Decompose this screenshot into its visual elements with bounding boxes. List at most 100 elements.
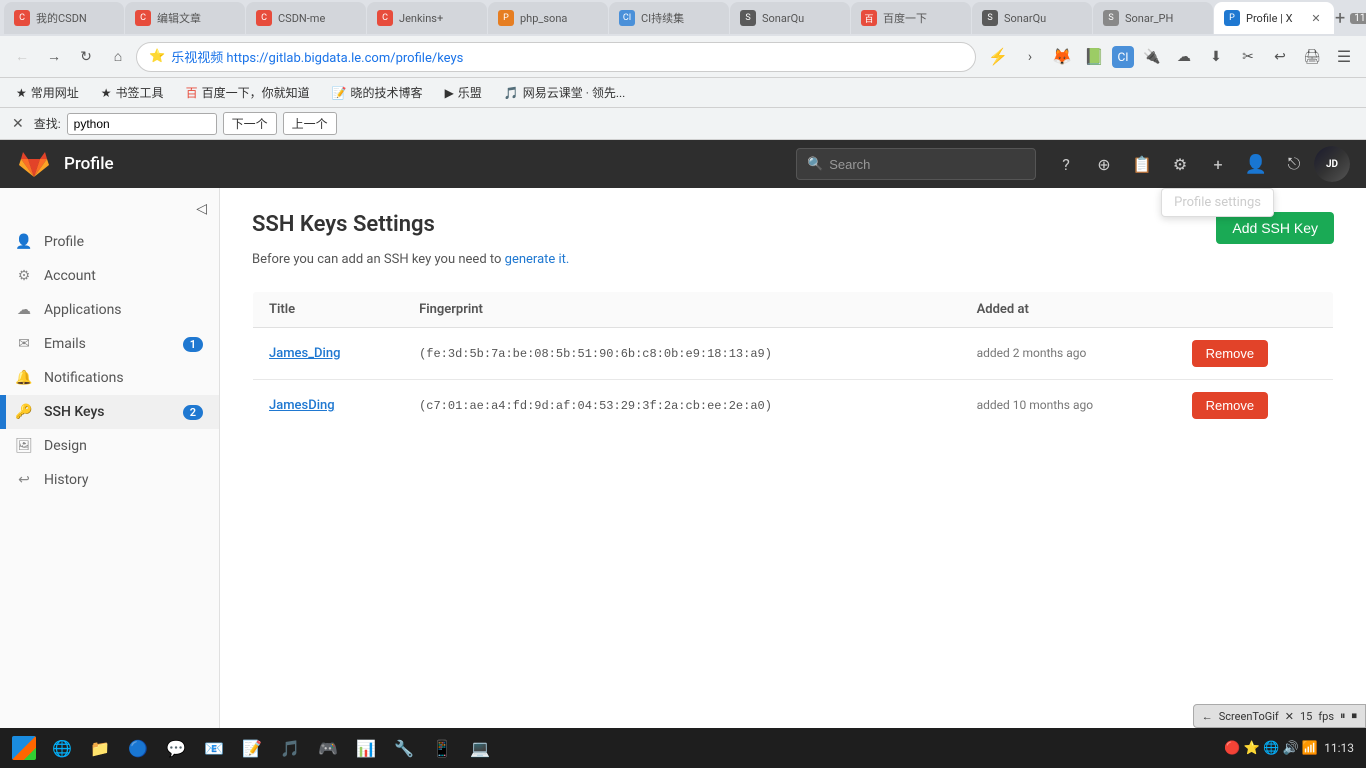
bookmark-icon: ★ [16, 86, 27, 100]
tab-csdn1[interactable]: C 我的CSDN [4, 2, 124, 34]
tray-icons: 🔴 ⭐ 🌐 🔊 📶 [1224, 741, 1318, 756]
emails-icon: ✉ [16, 336, 32, 352]
start-button[interactable] [4, 728, 44, 768]
taskbar-item-app2[interactable]: 📧 [196, 730, 232, 766]
bookmark-label: 常用网址 [31, 84, 79, 101]
bookmark-icon: 📝 [332, 86, 347, 100]
taskbar-item-folder[interactable]: 📁 [82, 730, 118, 766]
avatar[interactable]: JD [1314, 146, 1350, 182]
tab-close-button[interactable]: ✕ [1308, 10, 1324, 26]
sidebar-item-profile[interactable]: 👤 Profile [0, 225, 219, 259]
nav-extra-icon[interactable]: › [1016, 43, 1044, 71]
sidebar-label-applications: Applications [44, 302, 203, 318]
lightning-icon[interactable]: ⚡ [984, 43, 1012, 71]
remove-ssh-key-button[interactable]: Remove [1192, 340, 1268, 367]
generate-link[interactable]: generate it. [505, 252, 570, 267]
search-input[interactable] [829, 157, 1009, 172]
header-search[interactable]: 🔍 [796, 148, 1036, 180]
bookmark-label: 网易云课堂 · 领先... [523, 84, 626, 101]
add-icon-button[interactable]: + [1200, 146, 1236, 182]
scissors-icon[interactable]: ✂ [1234, 43, 1262, 71]
find-next-button[interactable]: 下一个 [223, 112, 277, 135]
ssh-key-added-at: added 2 months ago [977, 346, 1087, 360]
bookmark-changyang[interactable]: ★ 常用网址 [8, 82, 87, 103]
logout-icon-button[interactable]: ⎋ [1276, 146, 1312, 182]
tab-csdn2[interactable]: C 编辑文章 [125, 2, 245, 34]
print-icon[interactable]: 🖨 [1298, 43, 1326, 71]
screentogif-close-icon[interactable]: ✕ [1285, 710, 1294, 723]
tab-favicon: P [1224, 10, 1240, 26]
sidebar-item-notifications[interactable]: 🔔 Notifications [0, 361, 219, 395]
extension1-icon[interactable]: CI [1112, 46, 1134, 68]
undo-icon[interactable]: ↩ [1266, 43, 1294, 71]
sidebar-item-ssh-keys[interactable]: 🔑 SSH Keys 2 [0, 395, 219, 429]
tab-ci[interactable]: CI CI持续集 [609, 2, 729, 34]
remove-ssh-key-button[interactable]: Remove [1192, 392, 1268, 419]
sidebar-label-ssh-keys: SSH Keys [44, 404, 171, 420]
address-bar[interactable]: ⭐ 乐视视频 https://gitlab.bigdata.le.com/pro… [136, 42, 976, 72]
tab-sonar3[interactable]: S Sonar_PH [1093, 2, 1213, 34]
screentogif-fps-value: 15 [1300, 710, 1312, 723]
tab-favicon: S [982, 10, 998, 26]
bookmark-netease[interactable]: 🎵 网易云课堂 · 领先... [496, 82, 634, 103]
tab-baidu[interactable]: 百 百度一下 [851, 2, 971, 34]
profile-icon: 👤 [16, 234, 32, 250]
ssh-key-title[interactable]: James_Ding [269, 346, 340, 361]
back-button[interactable]: ← [8, 43, 36, 71]
help-icon-button[interactable]: ? [1048, 146, 1084, 182]
sidebar-item-applications[interactable]: ☁ Applications [0, 293, 219, 327]
tab-php[interactable]: P php_sona [488, 2, 608, 34]
taskbar-item-app4[interactable]: 🎵 [272, 730, 308, 766]
taskbar-item-app1[interactable]: 💬 [158, 730, 194, 766]
applications-icon: ☁ [16, 302, 32, 318]
home-button[interactable]: ⌂ [104, 43, 132, 71]
table-header-added-at: Added at [961, 292, 1176, 328]
taskbar-item-app9[interactable]: 💻 [462, 730, 498, 766]
explore-icon-button[interactable]: ⊕ [1086, 146, 1122, 182]
sidebar-toggle-button[interactable]: ◁ [192, 196, 211, 221]
settings-icon-button[interactable]: ⚙ [1162, 146, 1198, 182]
taskbar-item-app7[interactable]: 🔧 [386, 730, 422, 766]
sidebar-item-emails[interactable]: ✉ Emails 1 [0, 327, 219, 361]
taskbar-item-ie[interactable]: 🌐 [44, 730, 80, 766]
bookmark-blog[interactable]: 📝 晓的技术博客 [324, 82, 431, 103]
ssh-key-title[interactable]: JamesDing [269, 398, 335, 413]
profile-icon-button[interactable]: 👤 Profile settings [1238, 146, 1274, 182]
tab-csdn3[interactable]: C CSDN-me [246, 2, 366, 34]
taskbar-item-app5[interactable]: 🎮 [310, 730, 346, 766]
find-prev-button[interactable]: 上一个 [283, 112, 337, 135]
new-tab-button[interactable]: + [1335, 4, 1345, 32]
extension2-icon[interactable]: 🔌 [1138, 43, 1166, 71]
taskbar-item-chrome[interactable]: 🔵 [120, 730, 156, 766]
bookmark-leplayer[interactable]: ▶ 乐盟 [437, 82, 490, 103]
bookmark-icon: 🎵 [504, 86, 519, 100]
sidebar-item-account[interactable]: ⚙ Account [0, 259, 219, 293]
bookmark-icon: ▶ [445, 86, 454, 100]
bookmark-baidu[interactable]: 百 百度一下，你就知道 [178, 82, 318, 103]
tab-jenkins[interactable]: C Jenkins+ [367, 2, 487, 34]
fox-icon[interactable]: 🦊 [1048, 43, 1076, 71]
bookmark-icon[interactable]: 📗 [1080, 43, 1108, 71]
sidebar-item-design[interactable]: 🖼 Design [0, 429, 219, 463]
tab-favicon: C [256, 10, 272, 26]
tab-favicon: P [498, 10, 514, 26]
download-icon[interactable]: ⬇ [1202, 43, 1230, 71]
tab-sonar2[interactable]: S SonarQu [972, 2, 1092, 34]
refresh-button[interactable]: ↻ [72, 43, 100, 71]
screentogif-fps-label: fps [1318, 710, 1334, 723]
find-close-button[interactable]: ✕ [8, 114, 28, 134]
bookmark-tools[interactable]: ★ 书签工具 [93, 82, 172, 103]
taskbar-item-app8[interactable]: 📱 [424, 730, 460, 766]
tab-sonar1[interactable]: S SonarQu [730, 2, 850, 34]
taskbar-item-app3[interactable]: 📝 [234, 730, 270, 766]
menu-button[interactable]: ☰ [1330, 43, 1358, 71]
gitlab-logo[interactable] [16, 146, 52, 182]
taskbar-tray: 🔴 ⭐ 🌐 🔊 📶 11:13 [1216, 741, 1362, 756]
cloud-icon[interactable]: ☁ [1170, 43, 1198, 71]
taskbar-item-app6[interactable]: 📊 [348, 730, 384, 766]
sidebar-item-history[interactable]: ↩ History [0, 463, 219, 497]
find-input[interactable] [67, 113, 217, 135]
snippet-icon-button[interactable]: 📋 [1124, 146, 1160, 182]
tab-profile-active[interactable]: P Profile | X ✕ [1214, 2, 1334, 34]
forward-button[interactable]: → [40, 43, 68, 71]
